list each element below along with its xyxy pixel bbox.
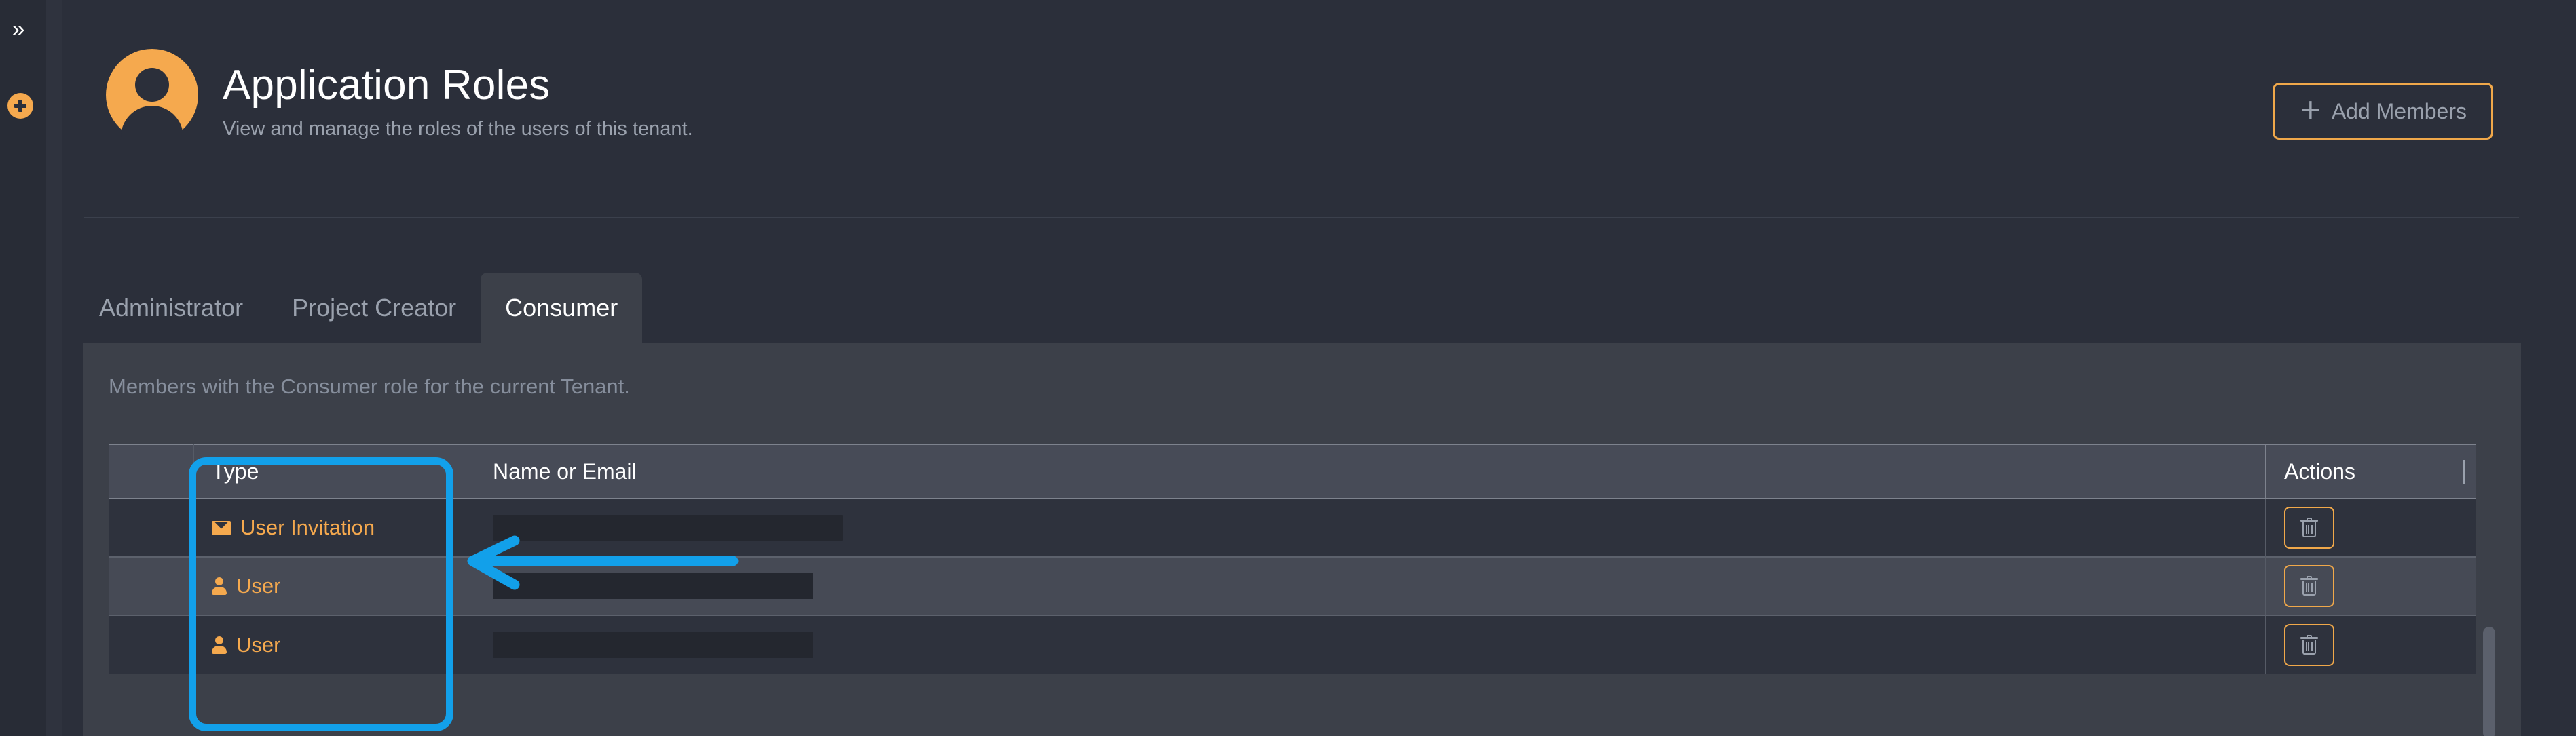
members-table: Type Name or Email Actions User Invitati…: [109, 444, 2476, 674]
column-header-actions-label: Actions: [2284, 459, 2355, 484]
row-name-or-email-cell: [475, 615, 2266, 674]
trash-icon: [2300, 518, 2318, 538]
row-type-cell: User: [193, 556, 475, 616]
tab-project-creator[interactable]: Project Creator: [267, 273, 481, 343]
tab-consumer[interactable]: Consumer: [481, 273, 643, 343]
header-titles: Application Roles View and manage the ro…: [223, 62, 693, 140]
avatar-head: [135, 68, 169, 102]
add-members-button[interactable]: ＋ Add Members: [2272, 83, 2493, 140]
column-header-type[interactable]: Type: [193, 444, 475, 499]
expand-sidebar-button[interactable]: »: [4, 15, 33, 43]
row-actions-cell: [2265, 499, 2476, 557]
row-actions-cell: [2265, 615, 2476, 674]
table-row[interactable]: User: [109, 615, 2476, 674]
person-icon: [212, 636, 227, 654]
page-title: Application Roles: [223, 62, 550, 109]
tab-administrator-label: Administrator: [99, 294, 244, 322]
rail-edge-strip: [46, 0, 62, 736]
application-roles-page: » Application Roles View and manage the …: [0, 0, 2576, 736]
trash-icon: [2300, 576, 2318, 596]
envelope-icon: [212, 520, 231, 535]
tab-project-creator-label: Project Creator: [292, 294, 457, 322]
plus-circle-icon: [14, 99, 27, 113]
panel-description: Members with the Consumer role for the c…: [109, 374, 630, 398]
column-header-actions[interactable]: Actions: [2265, 444, 2476, 499]
main-content: Application Roles View and manage the ro…: [62, 0, 2576, 736]
left-icon-rail: »: [0, 0, 46, 736]
row-name-or-email-cell: [475, 499, 2266, 557]
header-divider: [84, 217, 2519, 218]
row-actions-cell: [2265, 556, 2476, 616]
user-avatar-icon: [106, 49, 198, 155]
row-select-cell[interactable]: [109, 615, 194, 674]
role-tabs: Administrator Project Creator Consumer: [75, 273, 643, 343]
row-type-label: User: [236, 574, 281, 598]
members-table-body: User Invitation User User: [109, 499, 2476, 674]
column-resize-handle[interactable]: [2463, 460, 2465, 484]
add-members-label: Add Members: [2331, 98, 2467, 123]
row-select-cell[interactable]: [109, 556, 194, 616]
delete-member-button[interactable]: [2284, 507, 2334, 549]
page-header: Application Roles View and manage the ro…: [73, 0, 2519, 224]
row-name-or-email-cell: [475, 556, 2266, 616]
add-button[interactable]: [7, 93, 33, 119]
delete-member-button[interactable]: [2284, 565, 2334, 607]
row-type-cell: User: [193, 615, 475, 674]
table-scrollbar-thumb[interactable]: [2483, 627, 2495, 736]
plus-icon: ＋: [2298, 98, 2322, 124]
column-header-select[interactable]: [109, 444, 194, 499]
row-select-cell[interactable]: [109, 499, 194, 557]
delete-member-button[interactable]: [2284, 623, 2334, 666]
trash-icon: [2300, 634, 2318, 655]
avatar-body: [121, 106, 183, 155]
row-type-label: User Invitation: [240, 516, 375, 539]
table-row[interactable]: User Invitation: [109, 499, 2476, 557]
column-header-name-or-email[interactable]: Name or Email: [475, 444, 2266, 499]
table-header-row: Type Name or Email Actions: [109, 444, 2476, 499]
redacted-value: [493, 515, 843, 541]
redacted-value: [493, 573, 813, 599]
row-type-cell: User Invitation: [193, 499, 475, 557]
members-table-head: Type Name or Email Actions: [109, 444, 2476, 499]
chevron-double-right-icon: »: [12, 16, 25, 42]
row-type-label: User: [236, 632, 281, 657]
redacted-value: [493, 632, 813, 658]
tab-consumer-label: Consumer: [505, 294, 618, 322]
tab-administrator[interactable]: Administrator: [75, 273, 267, 343]
page-subtitle: View and manage the roles of the users o…: [223, 118, 693, 140]
person-icon: [212, 577, 227, 595]
table-row[interactable]: User: [109, 556, 2476, 616]
consumer-panel: Members with the Consumer role for the c…: [83, 343, 2521, 736]
